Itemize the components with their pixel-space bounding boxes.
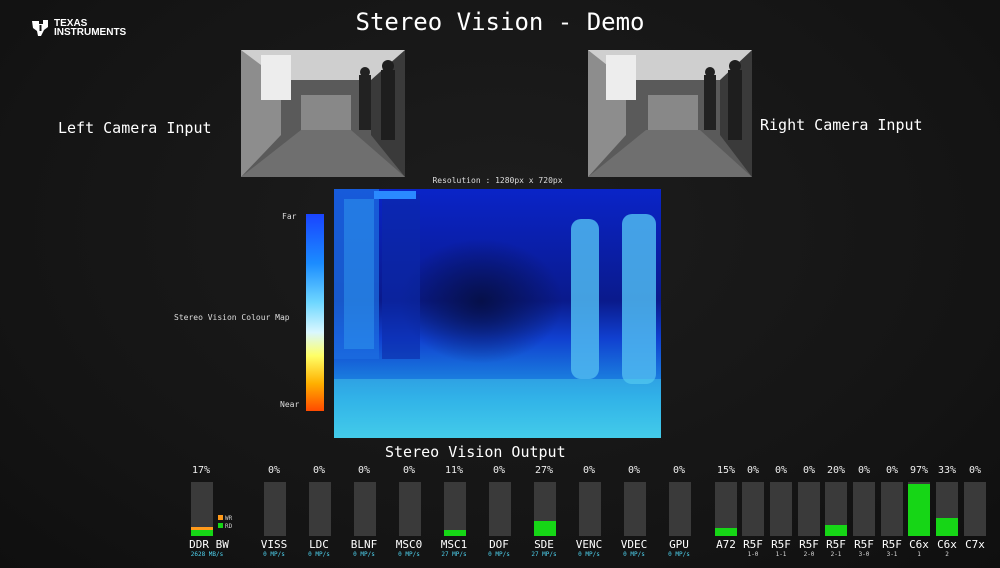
ddr-rd-fill (191, 529, 213, 536)
meter-msc0-bar (399, 482, 421, 536)
depth-map-image (334, 189, 661, 438)
cpu-r5f-3-1-bar (881, 482, 903, 536)
cpu-c6x-2-sub: 2 (945, 551, 949, 558)
ddr-legend: WR RD (218, 515, 232, 531)
demo-screen: TEXAS INSTRUMENTS Stereo Vision - Demo L… (0, 0, 1000, 568)
meter-dof-bar (489, 482, 511, 536)
meter-gpu-percent: 0% (672, 465, 686, 476)
colormap-far-label: Far (282, 212, 297, 221)
rd-legend-label: RD (225, 523, 233, 530)
meter-vdec-bar (624, 482, 646, 536)
meter-sde-bar (534, 482, 556, 536)
right-camera-label: Right Camera Input (760, 116, 923, 134)
meter-viss-bar (264, 482, 286, 536)
meter-dof-percent: 0% (492, 465, 506, 476)
cpu-r5f-1-0-bar (742, 482, 764, 536)
meter-vdec-percent: 0% (627, 465, 641, 476)
meter-gpu-bar (669, 482, 691, 536)
cpu-c6x-2-bar (936, 482, 958, 536)
meter-sde-fill (534, 521, 556, 536)
wr-legend-label: WR (225, 515, 233, 522)
cpu-c7x-bar (964, 482, 986, 536)
right-camera-image (588, 50, 752, 177)
cpu-c6x-1-bar (908, 482, 930, 536)
resolution-text: Resolution : 1280px x 720px (432, 176, 563, 185)
cpu-a72-bar (715, 482, 737, 536)
ddr-wr-fill (191, 526, 213, 530)
cpu-c7x-percent: 0% (968, 465, 982, 476)
ddr-bar (191, 482, 213, 536)
left-camera-image (241, 50, 405, 177)
meter-venc-bar (579, 482, 601, 536)
meter-msc1-fill (444, 530, 466, 536)
rd-swatch (218, 523, 223, 528)
colormap-bar (306, 214, 324, 411)
meter-ldc-percent: 0% (312, 465, 326, 476)
meter-gpu-rate: 0 MP/s (668, 551, 690, 558)
meter-ldc-bar (309, 482, 331, 536)
meter-blnf-percent: 0% (357, 465, 371, 476)
page-title: Stereo Vision - Demo (355, 8, 645, 36)
cpu-r5f-1-1-bar (770, 482, 792, 536)
cpu-r5f-2-1-fill (825, 525, 847, 536)
cpu-c6x-2-fill (936, 518, 958, 536)
meter-blnf-bar (354, 482, 376, 536)
meter-msc1-bar (444, 482, 466, 536)
ddr-name: DDR BW (189, 538, 229, 551)
meter-sde-percent: 27% (534, 465, 554, 476)
cpu-r5f-2-1-bar (825, 482, 847, 536)
meter-msc1-percent: 11% (444, 465, 464, 476)
wr-swatch (218, 515, 223, 520)
cpu-a72-fill (715, 527, 737, 536)
left-camera-label: Left Camera Input (58, 119, 212, 137)
meter-viss-percent: 0% (267, 465, 281, 476)
colormap-label: Stereo Vision Colour Map (174, 313, 290, 322)
cpu-c6x-1-fill (908, 483, 930, 536)
meter-msc0-percent: 0% (402, 465, 416, 476)
meter-gpu-name: GPU (669, 538, 689, 551)
cpu-r5f-3-0-bar (853, 482, 875, 536)
depth-output-label: Stereo Vision Output (385, 443, 566, 461)
meter-venc-percent: 0% (582, 465, 596, 476)
colormap-near-label: Near (280, 400, 300, 409)
ddr-percent: 17% (191, 465, 211, 476)
ddr-rate: 2628 MB/s (190, 551, 224, 558)
cpu-c7x-name: C7x (965, 538, 985, 551)
cpu-r5f-2-0-bar (798, 482, 820, 536)
